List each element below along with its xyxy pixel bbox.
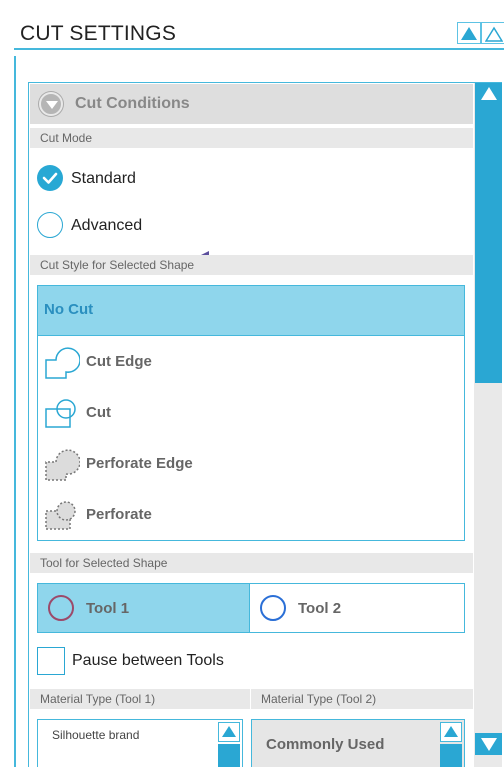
- triangle-outline-icon: [485, 26, 503, 42]
- material-tool2-value: Commonly Used: [266, 736, 385, 753]
- panel-header: CUT SETTINGS: [0, 0, 504, 56]
- cut-mode-label: Cut Mode: [30, 128, 473, 148]
- style-item-label: Perforate Edge: [86, 455, 193, 472]
- style-item-label: No Cut: [44, 301, 94, 318]
- style-item-label: Cut Edge: [86, 353, 152, 370]
- cut-style-list: No Cut Cut Edge Cut Perforate Edge Perfo…: [37, 285, 465, 541]
- standard-label[interactable]: Standard: [71, 170, 136, 188]
- scroll-down-button[interactable]: [475, 733, 502, 755]
- material-type-tool1-label: Material Type (Tool 1): [30, 689, 250, 709]
- panel-border: [14, 56, 16, 767]
- checkmark-icon: [42, 172, 58, 184]
- chevron-up-icon[interactable]: [440, 722, 462, 742]
- pause-between-tools-label[interactable]: Pause between Tools: [72, 652, 224, 670]
- panel-title: CUT SETTINGS: [20, 22, 177, 45]
- tool-1-label: Tool 1: [86, 600, 130, 617]
- cut-edge-icon: [45, 347, 80, 379]
- material-tool1-select[interactable]: Silhouette brand: [37, 719, 243, 767]
- triangle-down-icon: [481, 738, 497, 751]
- tool-2-ring-icon: [260, 595, 286, 621]
- scroll-up-button[interactable]: [475, 83, 502, 105]
- select-scrollbar[interactable]: [440, 744, 462, 767]
- cut-settings-panel: Cut Conditions Cut Mode Standard Advance…: [28, 82, 502, 767]
- material-tool1-value: Silhouette brand: [52, 728, 140, 742]
- tool-1-ring-icon: [48, 595, 74, 621]
- section-title: Cut Conditions: [75, 95, 190, 112]
- cut-icon: [45, 399, 76, 428]
- scrollbar-thumb[interactable]: [475, 105, 502, 383]
- style-item-perforate-edge[interactable]: Perforate Edge: [38, 440, 464, 490]
- chevron-up-icon[interactable]: [218, 722, 240, 742]
- panel-expand-button[interactable]: [481, 22, 504, 44]
- standard-radio[interactable]: [37, 165, 63, 191]
- panel-scrollbar[interactable]: [474, 83, 502, 767]
- style-item-cut-edge[interactable]: Cut Edge: [38, 338, 464, 388]
- style-item-no-cut[interactable]: No Cut: [38, 286, 464, 336]
- pause-between-tools-checkbox[interactable]: [37, 647, 65, 675]
- perforate-edge-icon: [45, 449, 80, 481]
- header-divider: [14, 48, 504, 50]
- advanced-radio[interactable]: [37, 212, 63, 238]
- advanced-label[interactable]: Advanced: [71, 217, 142, 235]
- cut-style-label: Cut Style for Selected Shape: [30, 255, 473, 275]
- panel-pin-button[interactable]: [457, 22, 481, 44]
- material-tool2-select[interactable]: Commonly Used: [251, 719, 465, 767]
- style-item-cut[interactable]: Cut: [38, 389, 464, 439]
- select-scrollbar[interactable]: [218, 744, 240, 767]
- perforate-icon: [45, 501, 76, 530]
- style-item-label: Cut: [86, 404, 111, 421]
- tool-1-button[interactable]: Tool 1: [37, 583, 250, 633]
- cut-conditions-header[interactable]: Cut Conditions: [30, 84, 473, 124]
- material-type-tool2-label: Material Type (Tool 2): [251, 689, 473, 709]
- triangle-up-icon: [481, 87, 497, 100]
- style-item-perforate[interactable]: Perforate: [38, 491, 464, 541]
- triangle-up-icon: [461, 27, 477, 40]
- tool-2-label: Tool 2: [298, 600, 342, 617]
- tool-label: Tool for Selected Shape: [30, 553, 473, 573]
- style-item-label: Perforate: [86, 506, 152, 523]
- tool-2-button[interactable]: Tool 2: [249, 583, 465, 633]
- collapse-icon[interactable]: [39, 92, 63, 116]
